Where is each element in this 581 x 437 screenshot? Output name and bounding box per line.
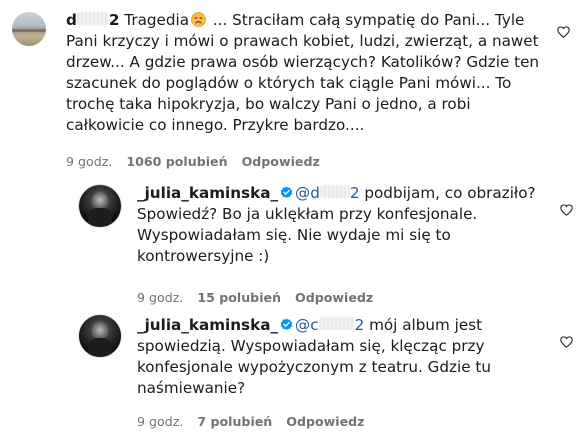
comment-text: d2 Tragedia ... Straciłam całą sympatię …	[66, 11, 540, 134]
likes-count[interactable]: 15 polubień	[197, 290, 281, 305]
comment-meta: 9 godz. 1060 polubień Odpowiedz	[66, 154, 334, 170]
reply-button[interactable]: Odpowiedz	[242, 154, 320, 169]
reply-button[interactable]: Odpowiedz	[295, 290, 373, 305]
reply-username[interactable]: _julia_kaminska_	[137, 184, 278, 202]
reply-body: Spowiedź? Bo ja uklękłam przy konfesjona…	[137, 205, 478, 265]
timestamp: 9 godz.	[137, 290, 184, 305]
reply-2: _julia_kaminska_ @c 2 mój album jest spowi…	[0, 310, 581, 437]
timestamp: 9 godz.	[66, 154, 113, 169]
likes-count[interactable]: 7 polubień	[197, 414, 272, 429]
reply-meta: 9 godz. 15 polubień Odpowiedz	[137, 290, 387, 306]
heart-outline-icon[interactable]	[560, 204, 573, 216]
reply-username[interactable]: _julia_kaminska_	[137, 316, 278, 334]
reply-1: _julia_kaminska_ @d 2 podbijam, co obraził…	[0, 180, 581, 310]
redacted-username	[318, 317, 355, 330]
reply-meta: 9 godz. 7 polubień Odpowiedz	[137, 414, 379, 430]
comment-username[interactable]: d2	[66, 11, 119, 29]
heart-outline-icon[interactable]	[560, 336, 573, 348]
verified-badge-icon	[280, 318, 293, 331]
avatar[interactable]	[78, 184, 122, 228]
verified-badge-icon	[280, 186, 293, 199]
likes-count[interactable]: 1060 polubień	[126, 154, 227, 169]
mention-link[interactable]: @c 2	[295, 316, 364, 334]
timestamp: 9 godz.	[137, 414, 184, 429]
reply-text: _julia_kaminska_ @c 2 mój album jest spowi…	[137, 316, 491, 397]
reply-text: _julia_kaminska_ @d 2 podbijam, co obraził…	[137, 184, 536, 265]
avatar[interactable]	[78, 314, 122, 358]
disappointed-face-emoji	[191, 12, 206, 27]
redacted-username	[319, 185, 350, 198]
reply-body: spowiedzią. Wyspowiadałam się, klęcząc p…	[137, 337, 491, 397]
comment-body: Pani krzyczy i mówi o prawach kobiet, lu…	[66, 32, 540, 134]
mention-link[interactable]: @d 2	[295, 184, 360, 202]
avatar[interactable]	[12, 12, 46, 46]
comment-1: d2 Tragedia ... Straciłam całą sympatię …	[0, 0, 581, 180]
redacted-username	[76, 12, 109, 25]
heart-outline-icon[interactable]	[557, 26, 570, 38]
reply-button[interactable]: Odpowiedz	[286, 414, 364, 429]
